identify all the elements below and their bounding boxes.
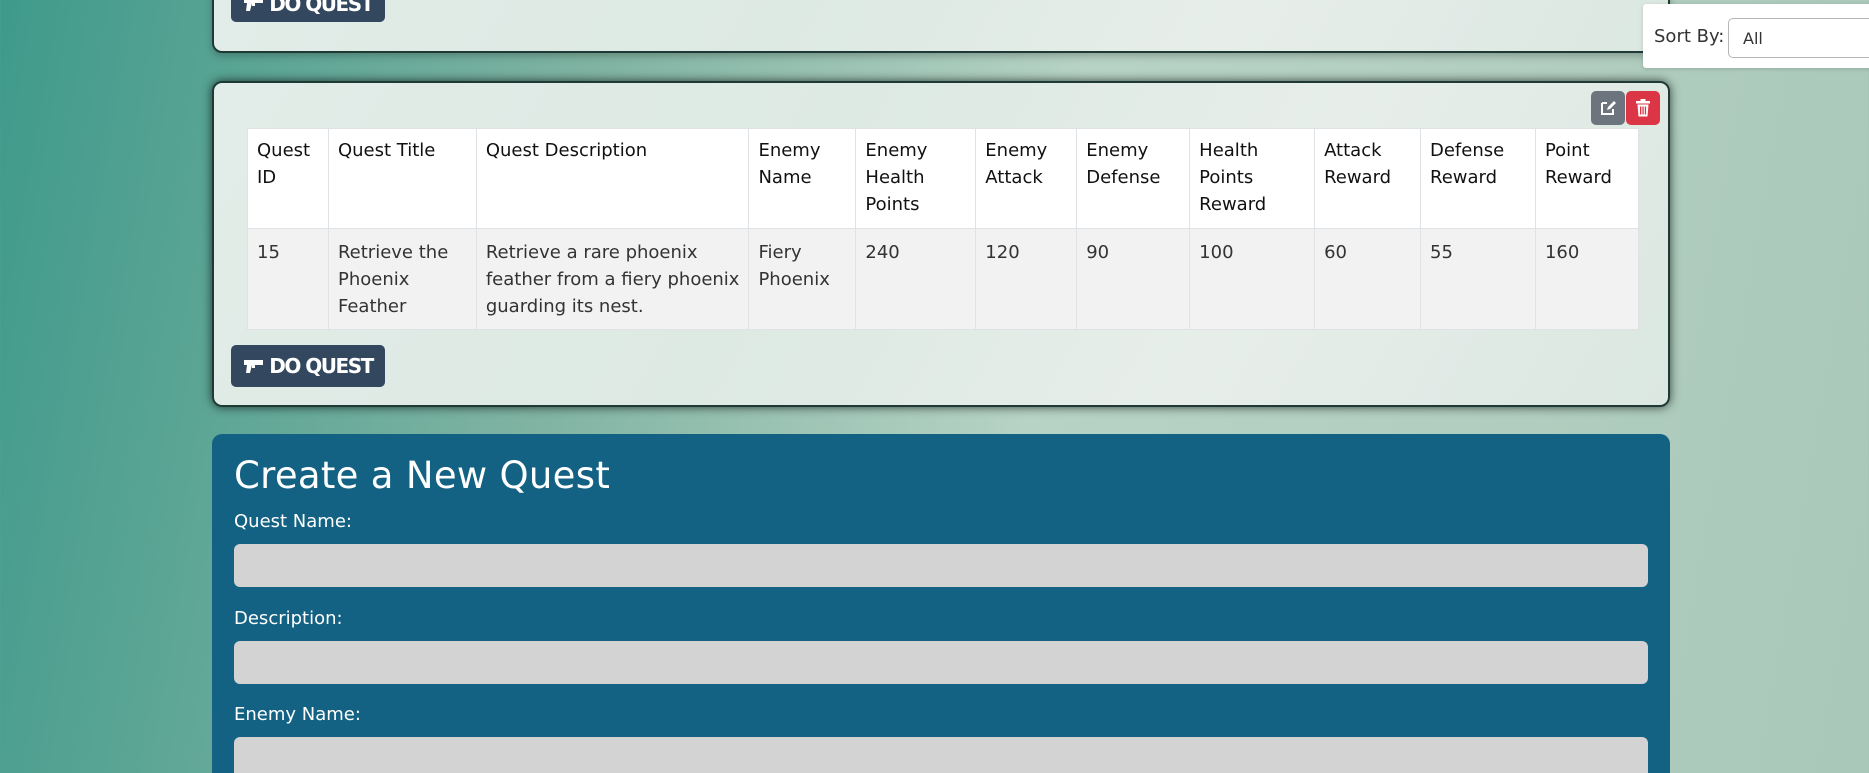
- col-enemy-name: Enemy Name: [748, 128, 857, 229]
- cell-enemy-defense: 90: [1076, 228, 1191, 330]
- cell-defense-reward: 55: [1420, 228, 1536, 330]
- quest-card: Quest ID Quest Title Quest Description E…: [212, 81, 1670, 407]
- enemy-name-label: Enemy Name:: [234, 704, 361, 725]
- col-defense-reward: Defense Reward: [1420, 128, 1536, 229]
- cell-quest-id: 15: [247, 228, 329, 330]
- cell-quest-title: Retrieve the Phoenix Feather: [327, 228, 477, 330]
- quest-card-previous: DO QUEST: [212, 0, 1670, 53]
- col-health-reward: Health Points Reward: [1189, 128, 1316, 229]
- do-quest-label: DO QUEST: [269, 0, 374, 16]
- sort-label: Sort By:: [1654, 26, 1725, 47]
- table-header-row: Quest ID Quest Title Quest Description E…: [247, 128, 1640, 229]
- col-quest-description: Quest Description: [475, 128, 750, 229]
- create-quest-form: Create a New Quest Quest Name: Descripti…: [212, 434, 1670, 773]
- description-input[interactable]: [234, 641, 1648, 684]
- description-label: Description:: [234, 608, 343, 629]
- do-quest-label: DO QUEST: [269, 354, 374, 378]
- edit-icon: [1601, 101, 1616, 115]
- col-quest-title: Quest Title: [327, 128, 477, 229]
- cell-enemy-name: Fiery Phoenix: [748, 228, 857, 330]
- delete-button[interactable]: [1626, 91, 1660, 125]
- col-enemy-defense: Enemy Defense: [1076, 128, 1191, 229]
- quest-name-input[interactable]: [234, 544, 1648, 587]
- cell-enemy-health: 240: [855, 228, 977, 330]
- table-row: 15 Retrieve the Phoenix Feather Retrieve…: [247, 228, 1640, 330]
- do-quest-button[interactable]: DO QUEST: [231, 0, 385, 22]
- col-enemy-attack: Enemy Attack: [975, 128, 1078, 229]
- cell-quest-description: Retrieve a rare phoenix feather from a f…: [475, 228, 750, 330]
- sort-select[interactable]: All: [1728, 18, 1869, 58]
- cell-point-reward: 160: [1534, 228, 1640, 330]
- col-enemy-health: Enemy Health Points: [855, 128, 977, 229]
- cell-enemy-attack: 120: [975, 228, 1078, 330]
- form-title: Create a New Quest: [234, 454, 611, 497]
- quest-name-label: Quest Name:: [234, 511, 352, 532]
- enemy-name-input[interactable]: [234, 737, 1648, 773]
- col-attack-reward: Attack Reward: [1314, 128, 1421, 229]
- edit-button[interactable]: [1591, 91, 1625, 125]
- gun-icon: [244, 360, 264, 373]
- do-quest-button[interactable]: DO QUEST: [231, 345, 385, 387]
- cell-health-reward: 100: [1189, 228, 1316, 330]
- col-quest-id: Quest ID: [247, 128, 329, 229]
- trash-icon: [1636, 99, 1650, 117]
- gun-icon: [244, 0, 264, 11]
- quest-table: Quest ID Quest Title Quest Description E…: [247, 128, 1640, 330]
- cell-attack-reward: 60: [1314, 228, 1421, 330]
- sort-panel: Sort By: All: [1643, 4, 1869, 68]
- col-point-reward: Point Reward: [1534, 128, 1640, 229]
